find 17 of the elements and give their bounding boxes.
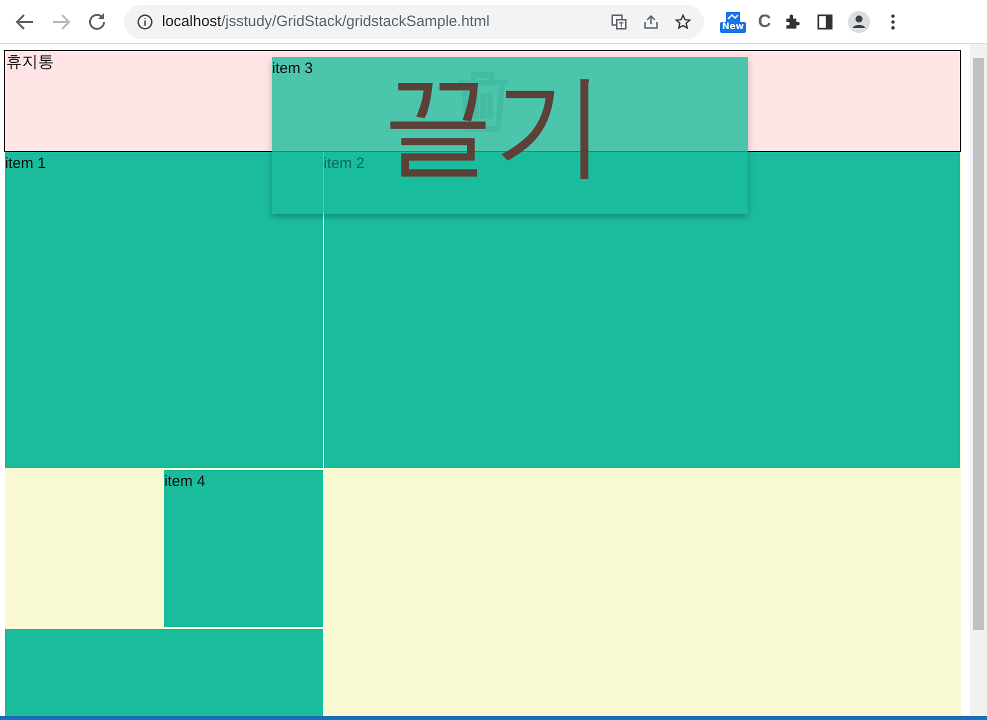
side-panel-icon[interactable] (815, 12, 835, 32)
scrollbar[interactable] (970, 44, 987, 716)
url-text: localhost/jsstudy/GridStack/gridstackSample.html (162, 13, 491, 30)
item-label: item 4 (164, 473, 206, 490)
item-label: item 1 (5, 155, 46, 172)
share-icon[interactable] (642, 12, 660, 30)
extension-icon[interactable]: C (758, 11, 771, 32)
grid-item[interactable]: item 4 (164, 470, 323, 627)
star-icon[interactable] (674, 12, 692, 30)
item-label: item 2 (324, 155, 365, 172)
trash-label: 휴지통 (6, 52, 54, 73)
translate-icon[interactable] (610, 12, 628, 30)
grid-item[interactable]: item 1 (5, 152, 323, 468)
info-icon[interactable] (136, 12, 154, 30)
item-label: item 3 (272, 60, 313, 77)
profile-avatar-icon[interactable] (847, 10, 871, 34)
address-bar[interactable]: localhost/jsstudy/GridStack/gridstackSample.html (124, 4, 704, 38)
